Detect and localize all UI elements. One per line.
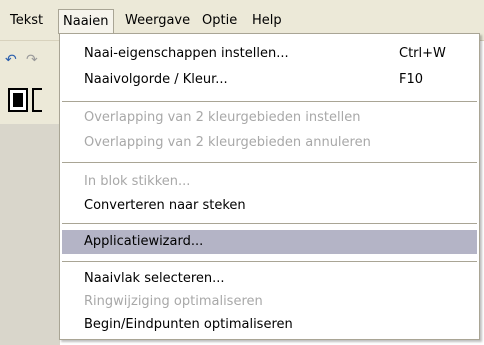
menu-item-label: Naai-eigenschappen instellen... — [84, 46, 289, 61]
menu-item-overlapping-annuleren[interactable]: Overlapping van 2 kleurgebieden annulere… — [60, 131, 479, 155]
naaien-dropdown-menu: Naai-eigenschappen instellen... Ctrl+W N… — [59, 33, 480, 340]
menu-naaien[interactable]: Naaien — [58, 9, 114, 34]
work-area — [0, 124, 60, 345]
undo-icon[interactable]: ↶ — [5, 53, 17, 67]
menu-separator — [62, 223, 477, 224]
menu-item-label: Overlapping van 2 kleurgebieden annulere… — [84, 135, 371, 150]
menu-item-shortcut: F10 — [399, 72, 424, 87]
menu-item-naai-eigenschappen[interactable]: Naai-eigenschappen instellen... Ctrl+W — [60, 42, 479, 66]
redo-icon[interactable]: ↷ — [26, 53, 38, 67]
menu-item-label: Naaivlak selecteren... — [84, 271, 225, 286]
menu-separator — [62, 101, 477, 102]
menu-item-label: Overlapping van 2 kleurgebieden instelle… — [84, 110, 361, 125]
menu-item-applicatiewizard[interactable]: Applicatiewizard... — [62, 230, 477, 254]
menu-item-naaivolgorde[interactable]: Naaivolgorde / Kleur... F10 — [60, 68, 479, 92]
menu-item-ringwijziging[interactable]: Ringwijziging optimaliseren — [60, 290, 479, 314]
color-square-button[interactable] — [8, 88, 28, 112]
toolbar-edge-button[interactable] — [32, 88, 42, 112]
menu-item-label: Applicatiewizard... — [84, 234, 204, 249]
menu-separator — [62, 261, 477, 262]
menu-help[interactable]: Help — [248, 10, 286, 32]
menu-separator — [62, 162, 477, 163]
menu-optie[interactable]: Optie — [198, 10, 241, 32]
menu-weergave[interactable]: Weergave — [121, 10, 194, 32]
menu-item-overlapping-instellen[interactable]: Overlapping van 2 kleurgebieden instelle… — [60, 106, 479, 130]
menu-tekst[interactable]: Tekst — [6, 10, 47, 32]
menu-item-label: Converteren naar steken — [84, 198, 246, 213]
menu-item-naaivlak-selecteren[interactable]: Naaivlak selecteren... — [60, 267, 479, 291]
menu-item-label: Naaivolgorde / Kleur... — [84, 72, 228, 87]
menu-item-label: Begin/Eindpunten optimaliseren — [84, 317, 293, 332]
menu-item-begin-eindpunten[interactable]: Begin/Eindpunten optimaliseren — [60, 313, 479, 337]
menu-item-label: In blok stikken... — [84, 174, 191, 189]
menu-item-label: Ringwijziging optimaliseren — [84, 294, 263, 309]
menu-item-shortcut: Ctrl+W — [399, 46, 446, 61]
menu-item-in-blok-stikken[interactable]: In blok stikken... — [60, 170, 479, 194]
menu-item-converteren[interactable]: Converteren naar steken — [60, 194, 479, 218]
